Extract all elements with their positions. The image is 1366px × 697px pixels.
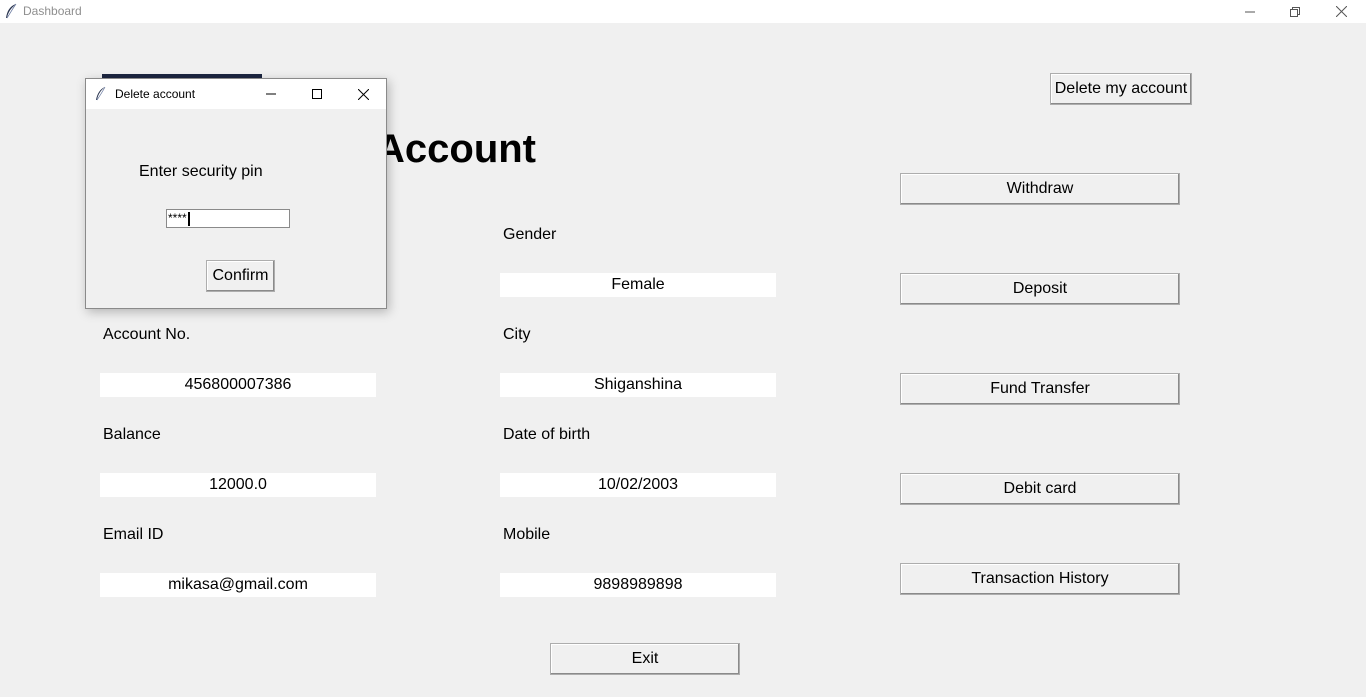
close-icon: [357, 88, 369, 100]
minimize-icon: [1245, 11, 1255, 12]
fund-transfer-button[interactable]: Fund Transfer: [900, 373, 1180, 405]
balance-label: Balance: [103, 426, 161, 443]
email-field: mikasa@gmail.com: [100, 573, 376, 597]
dialog-maximize-button[interactable]: [297, 79, 337, 109]
city-field: Shiganshina: [500, 373, 776, 397]
close-icon: [1335, 6, 1347, 17]
text-caret: [187, 211, 190, 226]
mobile-field: 9898989898: [500, 573, 776, 597]
feather-icon: [6, 3, 17, 19]
mobile-label: Mobile: [503, 526, 551, 543]
window-titlebar: Dashboard: [0, 0, 1366, 23]
gender-label: Gender: [503, 226, 557, 243]
account-no-field: 456800007386: [100, 373, 376, 397]
dialog-close-button[interactable]: [343, 79, 383, 109]
window-title: Dashboard: [23, 4, 82, 18]
security-pin-label: Enter security pin: [139, 163, 263, 180]
restore-icon: [1290, 6, 1300, 17]
dob-field: 10/02/2003: [500, 473, 776, 497]
withdraw-button[interactable]: Withdraw: [900, 173, 1180, 205]
city-label: City: [503, 326, 531, 343]
transaction-history-button[interactable]: Transaction History: [900, 563, 1180, 595]
security-pin-input[interactable]: ****: [166, 209, 290, 228]
dialog-title: Delete account: [115, 87, 196, 101]
feather-icon: [96, 86, 106, 101]
minimize-button[interactable]: [1227, 0, 1273, 23]
minimize-icon: [266, 93, 276, 95]
deposit-button[interactable]: Deposit: [900, 273, 1180, 305]
dialog-minimize-button[interactable]: [251, 79, 291, 109]
page-title: Account: [376, 127, 536, 171]
email-label: Email ID: [103, 526, 164, 543]
delete-account-button[interactable]: Delete my account: [1050, 73, 1192, 105]
account-no-label: Account No.: [103, 326, 191, 343]
debit-card-button[interactable]: Debit card: [900, 473, 1180, 505]
restore-button[interactable]: [1272, 0, 1318, 23]
confirm-button[interactable]: Confirm: [206, 260, 275, 292]
close-button[interactable]: [1318, 0, 1364, 23]
security-pin-value: ****: [168, 211, 187, 225]
dialog-titlebar: Delete account: [86, 79, 386, 109]
balance-field: 12000.0: [100, 473, 376, 497]
delete-account-dialog: Delete account Enter security pin **** C…: [85, 78, 387, 309]
exit-button[interactable]: Exit: [550, 643, 740, 675]
maximize-icon: [312, 89, 322, 99]
gender-field: Female: [500, 273, 776, 297]
dob-label: Date of birth: [503, 426, 591, 443]
